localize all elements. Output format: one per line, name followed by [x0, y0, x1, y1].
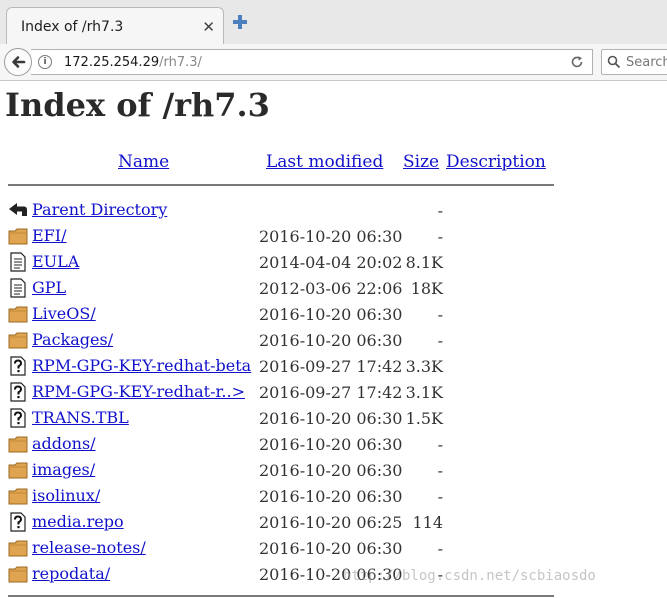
last-modified-cell: 2016-10-20 06:30 — [259, 227, 403, 246]
text-file-icon — [8, 278, 28, 298]
last-modified-cell: 2014-04-04 20:02 — [259, 253, 403, 272]
url-host: 172.25.254.29 — [64, 55, 160, 70]
text-file-icon — [8, 252, 28, 272]
back-button[interactable] — [4, 48, 32, 76]
file-link[interactable]: Parent Directory — [32, 200, 167, 219]
sort-by-name-link[interactable]: Name — [118, 152, 169, 172]
table-row: RPM-GPG-KEY-redhat-beta 2016-09-27 17:42 3… — [0, 354, 667, 380]
size-cell: - — [437, 435, 443, 454]
folder-icon — [8, 460, 28, 480]
page-title: Index of /rh7.3 — [5, 86, 270, 124]
sort-by-description-link[interactable]: Description — [446, 152, 546, 172]
file-link[interactable]: addons/ — [32, 434, 96, 453]
file-link[interactable]: LiveOS/ — [32, 304, 96, 323]
unknown-file-icon — [8, 408, 28, 428]
size-cell: - — [437, 331, 443, 350]
folder-icon — [8, 304, 28, 324]
unknown-file-icon — [8, 512, 28, 532]
folder-icon — [8, 330, 28, 350]
size-cell: 8.1K — [405, 253, 443, 272]
table-row: images/2016-10-20 06:30 - — [0, 458, 667, 484]
file-link[interactable]: repodata/ — [32, 564, 110, 583]
tab-index-rh73[interactable]: Index of /rh7.3 ✕ — [6, 7, 224, 45]
table-row: Packages/2016-10-20 06:30 - — [0, 328, 667, 354]
table-row: addons/2016-10-20 06:30 - — [0, 432, 667, 458]
last-modified-cell: 2016-10-20 06:30 — [259, 539, 403, 558]
last-modified-cell: 2016-10-20 06:30 — [259, 435, 403, 454]
last-modified-cell: 2012-03-06 22:06 — [259, 279, 403, 298]
file-link[interactable]: Packages/ — [32, 330, 113, 349]
last-modified-cell: 2016-10-20 06:30 — [259, 461, 403, 480]
unknown-file-icon — [8, 356, 28, 376]
folder-icon — [8, 226, 28, 246]
tab-bar: Index of /rh7.3 ✕ — [0, 0, 667, 45]
sort-by-last-modified-link[interactable]: Last modified — [266, 152, 383, 172]
table-row: media.repo 2016-10-20 06:25 114 — [0, 510, 667, 536]
parent-dir-icon — [8, 200, 28, 220]
file-link[interactable]: images/ — [32, 460, 95, 479]
tab-title: Index of /rh7.3 — [21, 19, 124, 35]
folder-icon — [8, 434, 28, 454]
size-cell: - — [437, 461, 443, 480]
navigation-bar: i 172.25.254.29/rh7.3/ Search — [0, 44, 667, 81]
url-path: /rh7.3/ — [159, 55, 202, 70]
sort-by-size-link[interactable]: Size — [403, 152, 439, 172]
url-bar[interactable]: i 172.25.254.29/rh7.3/ — [31, 49, 593, 75]
file-link[interactable]: media.repo — [32, 512, 124, 531]
table-row: EFI/2016-10-20 06:30 - — [0, 224, 667, 250]
file-link[interactable]: isolinux/ — [32, 486, 100, 505]
new-tab-plus-icon[interactable] — [232, 14, 248, 30]
last-modified-cell: 2016-10-20 06:30 — [259, 409, 403, 428]
table-row: TRANS.TBL 2016-10-20 06:30 1.5K — [0, 406, 667, 432]
last-modified-cell: 2016-10-20 06:30 — [259, 305, 403, 324]
file-link[interactable]: RPM-GPG-KEY-redhat-beta — [32, 356, 251, 375]
unknown-file-icon — [8, 382, 28, 402]
size-cell: 3.1K — [405, 383, 443, 402]
folder-icon — [8, 564, 28, 584]
info-icon[interactable]: i — [38, 55, 52, 69]
file-link[interactable]: TRANS.TBL — [32, 408, 129, 427]
divider — [8, 595, 554, 597]
close-icon[interactable]: ✕ — [202, 18, 215, 36]
size-cell: 18K — [410, 279, 443, 298]
search-icon — [607, 55, 621, 69]
file-link[interactable]: EFI/ — [32, 226, 67, 245]
table-row: EULA 2014-04-04 20:02 8.1K — [0, 250, 667, 276]
table-row: LiveOS/2016-10-20 06:30 - — [0, 302, 667, 328]
size-cell: 114 — [412, 513, 443, 532]
folder-icon — [8, 538, 28, 558]
divider — [8, 184, 554, 186]
file-listing: Parent Directory - EFI/2016-10-20 06:30 - EU… — [0, 198, 667, 588]
size-cell: - — [437, 201, 443, 220]
file-link[interactable]: release-notes/ — [32, 538, 146, 557]
table-row: RPM-GPG-KEY-redhat-r..> 2016-09-27 17:42 3… — [0, 380, 667, 406]
table-row: Parent Directory - — [0, 198, 667, 224]
last-modified-cell: 2016-10-20 06:30 — [259, 331, 403, 350]
file-link[interactable]: GPL — [32, 278, 66, 297]
last-modified-cell: 2016-09-27 17:42 — [259, 383, 403, 402]
last-modified-cell: 2016-10-20 06:25 — [259, 513, 403, 532]
search-box[interactable]: Search — [601, 49, 667, 75]
size-cell: - — [437, 487, 443, 506]
folder-icon — [8, 486, 28, 506]
size-cell: - — [437, 539, 443, 558]
file-link[interactable]: EULA — [32, 252, 79, 271]
watermark-text: http://blog.csdn.net/scbiaosdo — [343, 568, 596, 584]
size-cell: 1.5K — [405, 409, 443, 428]
file-link[interactable]: RPM-GPG-KEY-redhat-r..> — [32, 382, 245, 401]
last-modified-cell: 2016-10-20 06:30 — [259, 487, 403, 506]
table-row: GPL 2012-03-06 22:06 18K — [0, 276, 667, 302]
size-cell: - — [437, 227, 443, 246]
table-row: isolinux/2016-10-20 06:30 - — [0, 484, 667, 510]
reload-icon[interactable] — [570, 55, 584, 69]
size-cell: - — [437, 305, 443, 324]
size-cell: 3.3K — [405, 357, 443, 376]
last-modified-cell: 2016-09-27 17:42 — [259, 357, 403, 376]
url-text[interactable]: 172.25.254.29/rh7.3/ — [64, 55, 202, 70]
table-row: release-notes/2016-10-20 06:30 - — [0, 536, 667, 562]
search-input[interactable]: Search — [626, 55, 667, 70]
page-content: Index of /rh7.3 Name Last modified Size … — [0, 82, 667, 598]
back-arrow-icon — [12, 56, 26, 68]
